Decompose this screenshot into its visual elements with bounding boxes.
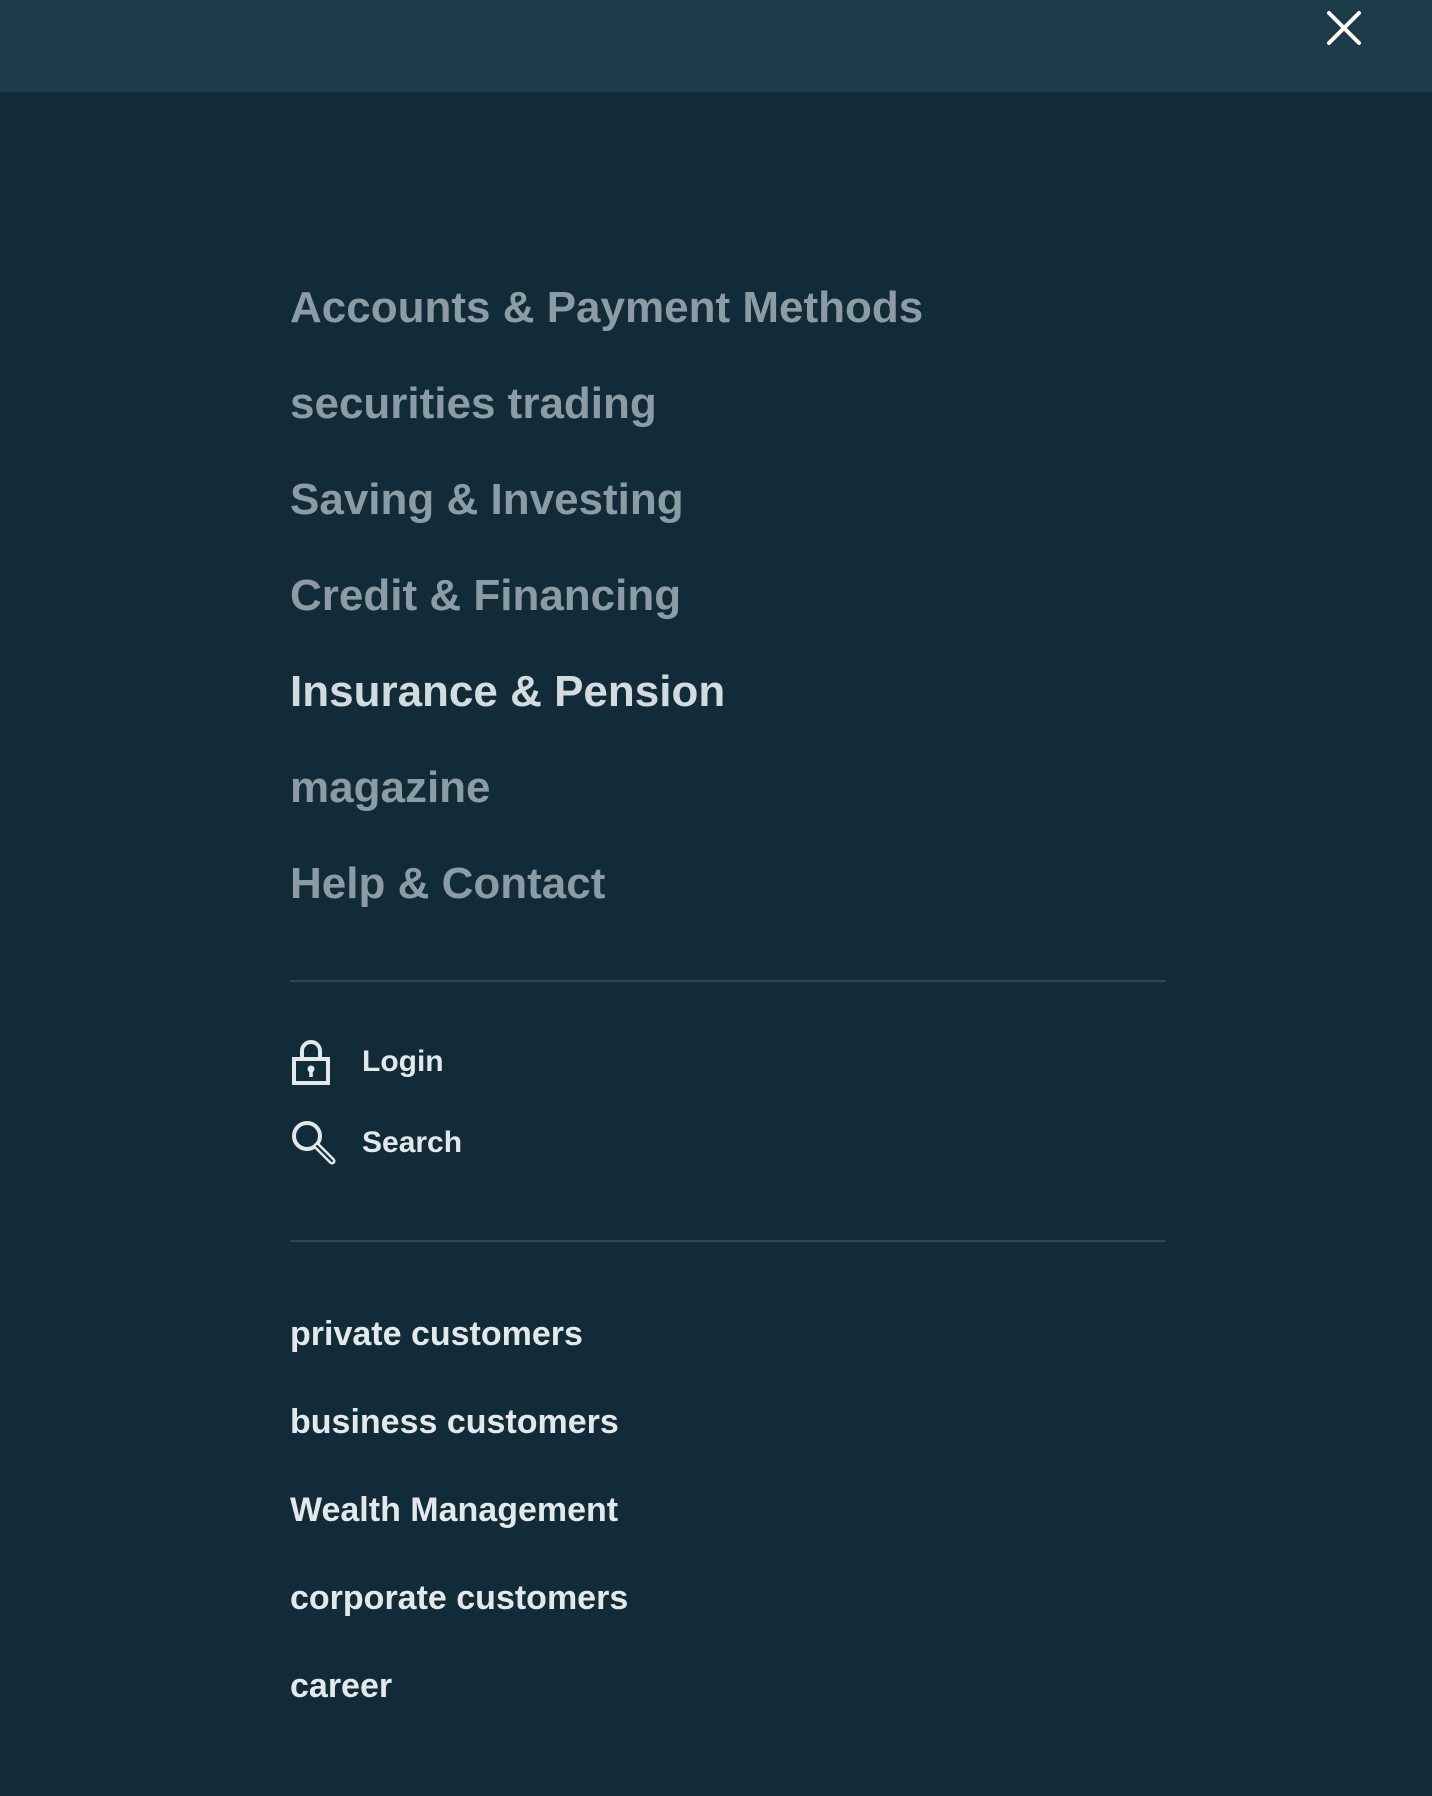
- nav-item-securities-trading[interactable]: securities trading: [290, 382, 657, 426]
- nav-item-insurance-pension[interactable]: Insurance & Pension: [290, 670, 725, 714]
- nav-item-wealth-management[interactable]: Wealth Management: [290, 1493, 618, 1527]
- nav-item-business-customers[interactable]: business customers: [290, 1405, 619, 1439]
- divider: [290, 1240, 1166, 1242]
- search-icon: [290, 1119, 338, 1167]
- nav-item-saving-investing[interactable]: Saving & Investing: [290, 478, 684, 522]
- nav-item-corporate-customers[interactable]: corporate customers: [290, 1581, 628, 1615]
- close-icon: [1327, 11, 1361, 45]
- divider: [290, 980, 1166, 982]
- login-link[interactable]: Login: [290, 1038, 444, 1086]
- top-bar: [0, 0, 1432, 92]
- close-button[interactable]: [1322, 8, 1366, 52]
- search-link[interactable]: Search: [290, 1119, 462, 1167]
- nav-item-career[interactable]: career: [290, 1669, 392, 1703]
- nav-item-help-contact[interactable]: Help & Contact: [290, 862, 605, 906]
- nav-item-magazine[interactable]: magazine: [290, 766, 491, 810]
- nav-item-private-customers[interactable]: private customers: [290, 1317, 583, 1351]
- nav-item-credit-financing[interactable]: Credit & Financing: [290, 574, 681, 618]
- lock-icon: [290, 1038, 338, 1086]
- nav-item-accounts-payment-methods[interactable]: Accounts & Payment Methods: [290, 286, 923, 330]
- search-label: Search: [362, 1126, 463, 1159]
- login-label: Login: [362, 1045, 444, 1078]
